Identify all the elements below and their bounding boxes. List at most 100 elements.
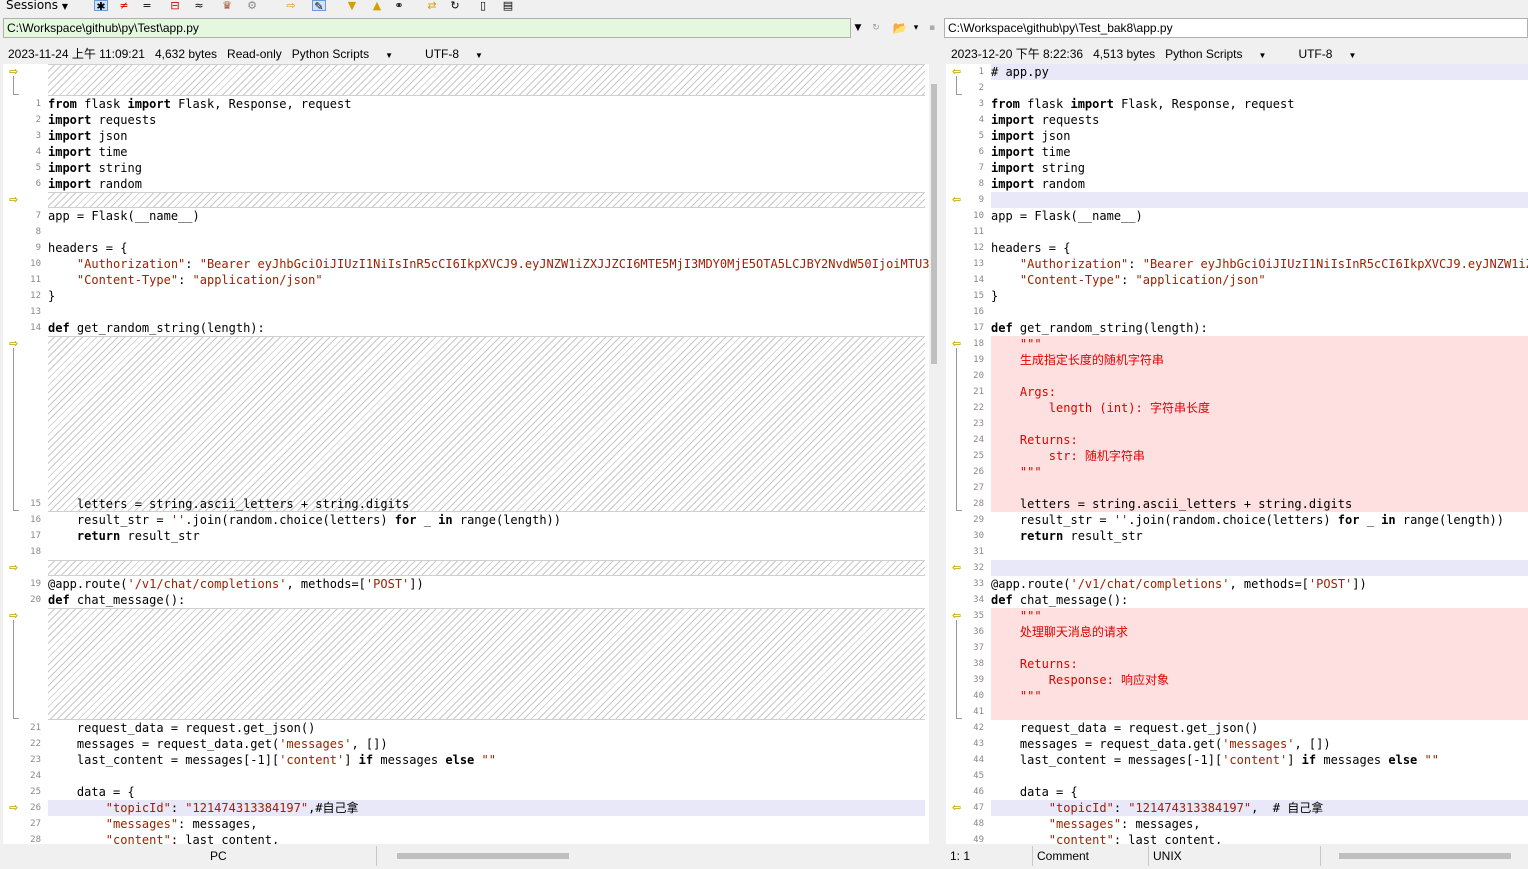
code-line[interactable]: 21 Args: <box>946 384 1528 400</box>
all-diffs-icon[interactable]: ✱ <box>94 0 108 12</box>
arrow-right-icon[interactable]: ⇨ <box>9 802 18 814</box>
code-line[interactable]: 4 import time <box>3 144 933 160</box>
code-line[interactable]: 10 "Authorization": "Bearer eyJhbGciOiJI… <box>3 256 933 272</box>
mismatch-icon[interactable]: ≠ <box>117 0 131 11</box>
chevron-down-icon[interactable]: ▾ <box>908 19 924 37</box>
rules-icon[interactable]: ♛ <box>220 0 234 11</box>
right-encoding-select[interactable]: UTF-8 ▼ <box>1298 47 1366 61</box>
swap-icon[interactable]: ⇄ <box>425 0 439 11</box>
code-line[interactable]: 28 "content": last_content, <box>3 832 933 844</box>
code-line[interactable]: 44 last_content = messages[-1]['content'… <box>946 752 1528 768</box>
left-encoding-select[interactable]: UTF-8 ▼ <box>425 47 493 61</box>
left-editor-pane[interactable]: 1 from flask import Flask, Response, requ… <box>3 64 933 844</box>
code-line[interactable]: 6 import time <box>946 144 1528 160</box>
code-line[interactable]: 41 <box>946 704 1528 720</box>
code-line[interactable]: 38 Returns: <box>946 656 1528 672</box>
code-line[interactable]: 20 def chat_message(): <box>3 592 933 608</box>
report-icon[interactable]: ▤ <box>501 0 515 11</box>
code-line[interactable]: 8 import random <box>946 176 1528 192</box>
code-line[interactable]: 19 @app.route('/v1/chat/completions', met… <box>3 576 933 592</box>
code-line[interactable]: 18 """ <box>946 336 1528 352</box>
right-format-select[interactable]: Python Scripts ▼ <box>1165 47 1276 61</box>
code-line[interactable]: 17 def get_random_string(length): <box>946 320 1528 336</box>
code-line[interactable]: 27 "messages": messages, <box>3 816 933 832</box>
code-line[interactable]: 49 "content": last_content, <box>946 832 1528 844</box>
code-line[interactable]: 36 处理聊天消息的请求 <box>946 624 1528 640</box>
open-folder-icon[interactable]: 📂 <box>892 19 908 37</box>
arrow-right-icon[interactable]: ⇨ <box>9 194 18 206</box>
code-line[interactable]: 11 <box>946 224 1528 240</box>
similar-icon[interactable]: ≈ <box>192 0 206 11</box>
code-line[interactable]: 17 return result_str <box>3 528 933 544</box>
sessions-menu[interactable]: Sessions ▼ <box>6 0 68 13</box>
code-line[interactable]: 21 request_data = request.get_json() <box>3 720 933 736</box>
code-line[interactable]: 2 import requests <box>3 112 933 128</box>
binoculars-icon[interactable]: ⚭ <box>392 0 406 11</box>
code-line[interactable]: 33 @app.route('/v1/chat/completions', met… <box>946 576 1528 592</box>
code-line[interactable]: 25 str: 随机字符串 <box>946 448 1528 464</box>
code-line[interactable]: 46 data = { <box>946 784 1528 800</box>
code-line[interactable]: 14 def get_random_string(length): <box>3 320 933 336</box>
left-path-input[interactable]: C:\Workspace\github\py\Test\app.py <box>3 18 851 38</box>
code-line[interactable]: 45 <box>946 768 1528 784</box>
settings-icon[interactable]: ⚙ <box>245 0 259 11</box>
code-line[interactable]: 14 "Content-Type": "application/json" <box>946 272 1528 288</box>
arrow-left-icon[interactable]: ⇦ <box>952 802 961 814</box>
code-line[interactable]: 18 <box>3 544 933 560</box>
code-line[interactable]: 6 import random <box>3 176 933 192</box>
code-line[interactable]: 9 <box>946 192 1528 208</box>
code-line[interactable]: 20 <box>946 368 1528 384</box>
chevron-down-icon[interactable]: ▼ <box>850 19 866 37</box>
code-line[interactable]: 24 <box>3 768 933 784</box>
code-line[interactable]: 31 <box>946 544 1528 560</box>
code-line[interactable]: 43 messages = request_data.get('messages… <box>946 736 1528 752</box>
code-line[interactable]: 30 return result_str <box>946 528 1528 544</box>
code-line[interactable]: 34 def chat_message(): <box>946 592 1528 608</box>
code-line[interactable]: 1 from flask import Flask, Response, requ… <box>3 96 933 112</box>
arrow-left-icon[interactable]: ⇦ <box>952 194 961 206</box>
arrow-left-icon[interactable]: ⇦ <box>952 562 961 574</box>
pane-divider[interactable] <box>937 64 945 846</box>
code-line[interactable]: 24 Returns: <box>946 432 1528 448</box>
code-line[interactable]: 25 data = { <box>3 784 933 800</box>
code-line[interactable]: 13 "Authorization": "Bearer eyJhbGciOiJI… <box>946 256 1528 272</box>
code-line[interactable]: 35 """ <box>946 608 1528 624</box>
save-icon[interactable]: ▪ <box>924 19 940 37</box>
code-line[interactable]: 9 headers = { <box>3 240 933 256</box>
code-line[interactable]: 26 """ <box>946 464 1528 480</box>
code-line[interactable]: 32 <box>946 560 1528 576</box>
code-line[interactable]: 23 <box>946 416 1528 432</box>
code-line[interactable]: 5 import json <box>946 128 1528 144</box>
document-icon[interactable]: ▯ <box>476 0 490 11</box>
scrollbar-thumb[interactable] <box>397 853 569 859</box>
code-line[interactable]: 40 """ <box>946 688 1528 704</box>
code-line[interactable]: 7 import string <box>946 160 1528 176</box>
code-line[interactable]: 4 import requests <box>946 112 1528 128</box>
code-line[interactable]: 15 letters = string.ascii_letters + stri… <box>3 496 933 512</box>
code-line[interactable]: 11 "Content-Type": "application/json" <box>3 272 933 288</box>
code-line[interactable]: 27 <box>946 480 1528 496</box>
code-line[interactable]: 7 app = Flask(__name__) <box>3 208 933 224</box>
arrow-right-icon[interactable]: ⇨ <box>9 562 18 574</box>
equal-icon[interactable]: = <box>140 0 154 11</box>
next-icon[interactable]: ⇨ <box>284 0 298 11</box>
left-hscroll-track[interactable] <box>376 846 936 866</box>
code-line[interactable]: 47 "topicId": "121474313384197", # 自己拿 <box>946 800 1528 816</box>
code-line[interactable]: 37 <box>946 640 1528 656</box>
code-line[interactable]: 2 <box>946 80 1528 96</box>
right-editor-pane[interactable]: 1 # app.py 2 3 from flask import Flask, Resp… <box>946 64 1528 844</box>
code-line[interactable]: 16 result_str = ''.join(random.choice(le… <box>3 512 933 528</box>
code-line[interactable]: 15} <box>946 288 1528 304</box>
scrollbar-thumb[interactable] <box>1339 853 1511 859</box>
code-line[interactable]: 5 import string <box>3 160 933 176</box>
code-line[interactable]: 19 生成指定长度的随机字符串 <box>946 352 1528 368</box>
edit-icon[interactable]: ✎ <box>312 0 326 12</box>
code-line[interactable]: 3 from flask import Flask, Response, requ… <box>946 96 1528 112</box>
code-line[interactable]: 1 # app.py <box>946 64 1528 80</box>
code-line[interactable]: 42 request_data = request.get_json() <box>946 720 1528 736</box>
up-arrow-icon[interactable]: ▲ <box>370 0 384 11</box>
code-line[interactable]: 8 <box>3 224 933 240</box>
code-line[interactable]: 16 <box>946 304 1528 320</box>
code-line[interactable]: 22 messages = request_data.get('messages… <box>3 736 933 752</box>
refresh-icon[interactable]: ↻ <box>448 0 462 11</box>
